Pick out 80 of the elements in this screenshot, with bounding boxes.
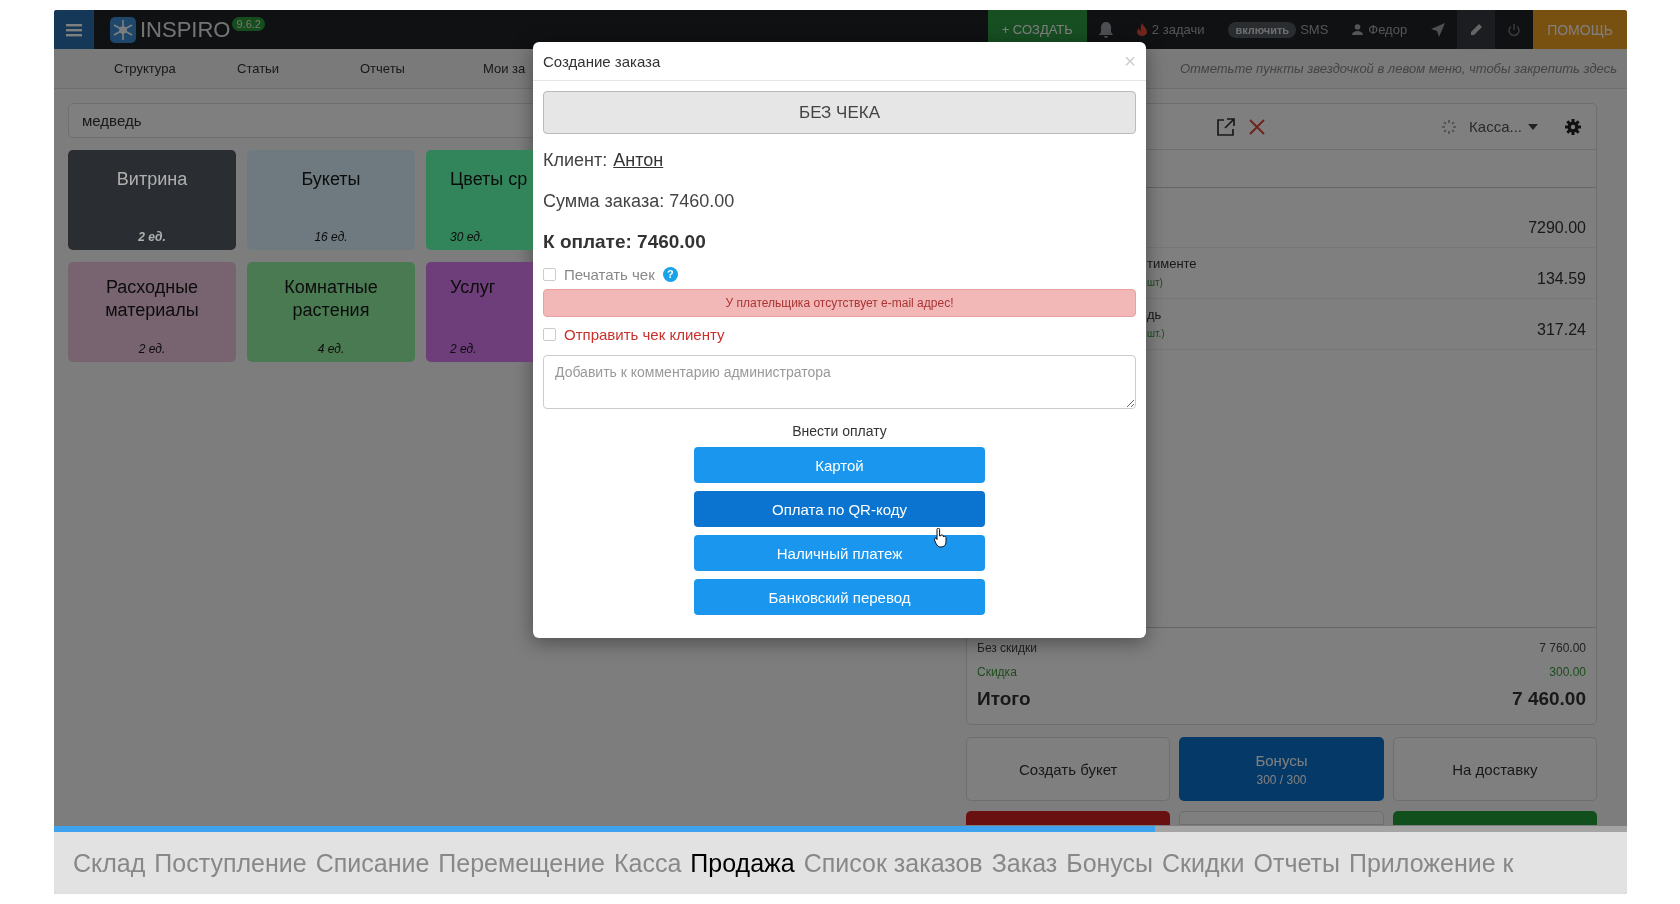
chapter-link[interactable]: Склад: [73, 848, 146, 878]
bell-icon: [1097, 20, 1114, 39]
snowflake-logo-icon: [110, 16, 136, 43]
nav-link[interactable]: Мои за: [483, 61, 526, 76]
total-label: Итого: [977, 687, 1031, 711]
chapter-link[interactable]: Касса: [613, 848, 682, 878]
pencil-icon: [1468, 21, 1485, 38]
item-price: 317.24: [1537, 321, 1586, 339]
receipt-mode-button[interactable]: БЕЗ ЧЕКА: [543, 91, 1136, 134]
edit-button[interactable]: [1457, 10, 1496, 49]
payment-button[interactable]: Банковский перевод: [694, 579, 985, 615]
item-quantity: шт.): [1147, 328, 1165, 339]
settings-icon[interactable]: [1564, 117, 1582, 136]
chapter-link[interactable]: Списание: [315, 848, 430, 878]
category-tile[interactable]: Расходные материалы 2 ед.: [68, 262, 236, 362]
action-button[interactable]: На доставку: [1392, 737, 1597, 801]
chapter-link[interactable]: Список заказов: [803, 848, 983, 878]
user-menu[interactable]: Федор: [1340, 10, 1420, 49]
print-receipt-label: Печатать чек: [564, 265, 655, 283]
chapter-link[interactable]: Отчеты: [1253, 848, 1340, 878]
order-sum: Сумма заказа: 7460.00: [543, 189, 736, 213]
dialog-title: Создание заказа: [543, 52, 661, 70]
sms-label: SMS: [1300, 22, 1329, 37]
menu-icon: [66, 22, 82, 37]
chapter-link[interactable]: Продажа: [690, 848, 795, 878]
category-tile[interactable]: Витрина 2 ед.: [68, 150, 236, 250]
nav-link[interactable]: Статьи: [237, 61, 360, 76]
nav-link[interactable]: Структура: [114, 61, 237, 76]
paper-plane-icon: [1430, 21, 1447, 38]
send-receipt-checkbox[interactable]: [543, 327, 556, 341]
payment-button[interactable]: Картой: [694, 447, 985, 483]
help-button[interactable]: ПОМОЩЬ: [1533, 10, 1627, 49]
flame-icon: [1136, 23, 1147, 36]
email-missing-alert: У плательщика отсутствует e-mail адрес!: [543, 289, 1136, 317]
spinner-icon: [1441, 118, 1458, 135]
chapter-link[interactable]: Перемещение: [438, 848, 605, 878]
payment-heading: Внести оплату: [791, 423, 888, 439]
item-price: 7290.00: [1528, 219, 1586, 237]
total-label: Без скидки: [977, 640, 1038, 657]
amount-due: К оплате: 7460.00: [543, 230, 707, 254]
hand-cursor-icon: [933, 528, 947, 548]
total-value: 7 760.00: [1539, 640, 1586, 657]
close-icon[interactable]: [1248, 117, 1266, 136]
category-tile[interactable]: Услуг 2 ед.: [426, 262, 533, 362]
send-receipt-label: Отправить чек клиенту: [564, 325, 725, 343]
total-label: Скидка: [977, 664, 1017, 681]
tasks-button[interactable]: 2 задачи: [1124, 10, 1217, 49]
payment-button[interactable]: Наличный платеж: [694, 535, 985, 571]
search-field[interactable]: медведь: [68, 103, 533, 138]
chapter-link[interactable]: Приложение к: [1348, 848, 1514, 878]
action-button[interactable]: Бонусы 300 / 300: [1179, 737, 1384, 801]
close-button[interactable]: ×: [1124, 49, 1136, 73]
chapter-link[interactable]: Поступление: [154, 848, 307, 878]
total-value: 7 460.00: [1512, 687, 1586, 711]
item-name: тименте: [1147, 256, 1197, 271]
chapter-link[interactable]: Бонусы: [1066, 848, 1154, 878]
version-badge: 9.6.2: [232, 16, 265, 31]
external-link-icon[interactable]: [1216, 116, 1236, 137]
client-label: Клиент:: [543, 149, 608, 171]
sms-toggle[interactable]: включить: [1228, 21, 1297, 38]
nav-link[interactable]: Отчеты: [360, 61, 483, 76]
user-icon: [1352, 24, 1364, 35]
power-icon: [1507, 22, 1522, 37]
category-tile[interactable]: Букеты 16 ед.: [247, 150, 415, 250]
action-button[interactable]: Создать букет: [966, 737, 1171, 801]
comment-field[interactable]: Добавить к комментарию администратора: [543, 355, 1136, 409]
chapter-link[interactable]: Заказ: [991, 848, 1058, 878]
menu-button[interactable]: [54, 10, 94, 49]
app-logo: INSPIRO: [140, 16, 231, 43]
category-tile[interactable]: Комнатные растения 4 ед.: [247, 262, 415, 362]
item-quantity: шт): [1147, 277, 1164, 288]
chapter-link[interactable]: Скидки: [1162, 848, 1245, 878]
caret-icon: [1528, 123, 1538, 130]
payment-button[interactable]: Оплата по QR-коду: [694, 491, 985, 527]
total-value: 300.00: [1549, 664, 1586, 681]
item-price: 134.59: [1537, 270, 1586, 288]
item-name: дь: [1147, 307, 1163, 322]
register-dropdown[interactable]: Касса...: [1469, 118, 1538, 135]
category-tile[interactable]: Цветы ср 30 ед.: [426, 150, 533, 250]
client-link[interactable]: Антон: [613, 149, 664, 171]
